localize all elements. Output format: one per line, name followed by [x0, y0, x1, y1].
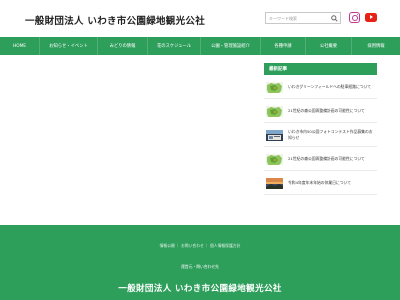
nav-parks-facilities[interactable]: 公園・管理施設紹介 — [201, 37, 261, 55]
nav-green-info[interactable]: みどりの情報 — [98, 37, 148, 55]
nav-home[interactable]: HOME — [0, 37, 40, 55]
recent-post-title[interactable]: 令和4年度年末年始の休業日について — [288, 180, 354, 185]
footer-subtitle: 運営元・問い合わせ先 — [181, 264, 219, 269]
site-title[interactable]: 一般財団法人 いわき市公園緑地観光公社 — [25, 13, 205, 27]
recent-post-title[interactable]: 21世紀の森公園再整備計画の可能性について — [288, 156, 368, 161]
recent-post-title[interactable]: いわきグリーンフィールドへの駐車経路について — [288, 84, 374, 89]
footer-org-name: 一般財団法人 いわき市公園緑地観光公社 — [118, 284, 282, 294]
recent-post-title[interactable]: 21世紀の森公園再整備計画の可能性について — [288, 108, 368, 113]
site-header: 一般財団法人 いわき市公園緑地観光公社 — [0, 0, 400, 37]
main-nav: HOME お知らせ・イベント みどりの情報 花のスケジュール 公園・管理施設紹介… — [0, 37, 400, 55]
search-icon[interactable] — [328, 13, 340, 23]
search-box — [265, 12, 341, 24]
nav-company-overview[interactable]: 公社概要 — [306, 37, 352, 55]
map-thumbnail[interactable] — [266, 80, 283, 93]
map-thumbnail[interactable] — [266, 104, 283, 117]
sidebar-heading: 最新記事 — [264, 63, 377, 75]
nav-news-events[interactable]: お知らせ・イベント — [40, 37, 98, 55]
instagram-icon[interactable] — [349, 12, 360, 23]
sidebar-recent-posts: 最新記事 いわきグリーンフィールドへの駐車経路について 21世紀の森公園再整備計… — [264, 63, 377, 195]
recent-post-item[interactable]: いわきグリーンフィールドへの駐車経路について — [264, 75, 377, 99]
nav-applications[interactable]: 各種申請 — [261, 37, 306, 55]
recent-post-item[interactable]: 21世紀の森公園再整備計画の可能性について — [264, 99, 377, 123]
nav-flower-schedule[interactable]: 花のスケジュール — [148, 37, 201, 55]
recent-post-item[interactable]: いわき市内50公園フォトコンテスト作品募集のお知らせ — [264, 123, 377, 147]
landscape-thumbnail[interactable] — [266, 176, 283, 189]
photo-contest-thumbnail[interactable] — [266, 128, 283, 141]
footer-links[interactable]: 情報公開 ｜ お問い合わせ ｜ 個人情報保護方針 — [0, 243, 400, 249]
youtube-icon[interactable] — [365, 13, 377, 22]
recent-post-title[interactable]: いわき市内50公園フォトコンテスト作品募集のお知らせ — [288, 129, 377, 140]
site-footer: 情報公開 ｜ お問い合わせ ｜ 個人情報保護方針 運営元・問い合わせ先 一般財団… — [0, 225, 400, 300]
map-thumbnail[interactable] — [266, 152, 283, 165]
recent-post-item[interactable]: 21世紀の森公園再整備計画の可能性について — [264, 147, 377, 171]
nav-recruitment[interactable]: 採用情報 — [352, 37, 400, 55]
search-input[interactable] — [266, 13, 328, 23]
recent-post-item[interactable]: 令和4年度年末年始の休業日について — [264, 171, 377, 195]
